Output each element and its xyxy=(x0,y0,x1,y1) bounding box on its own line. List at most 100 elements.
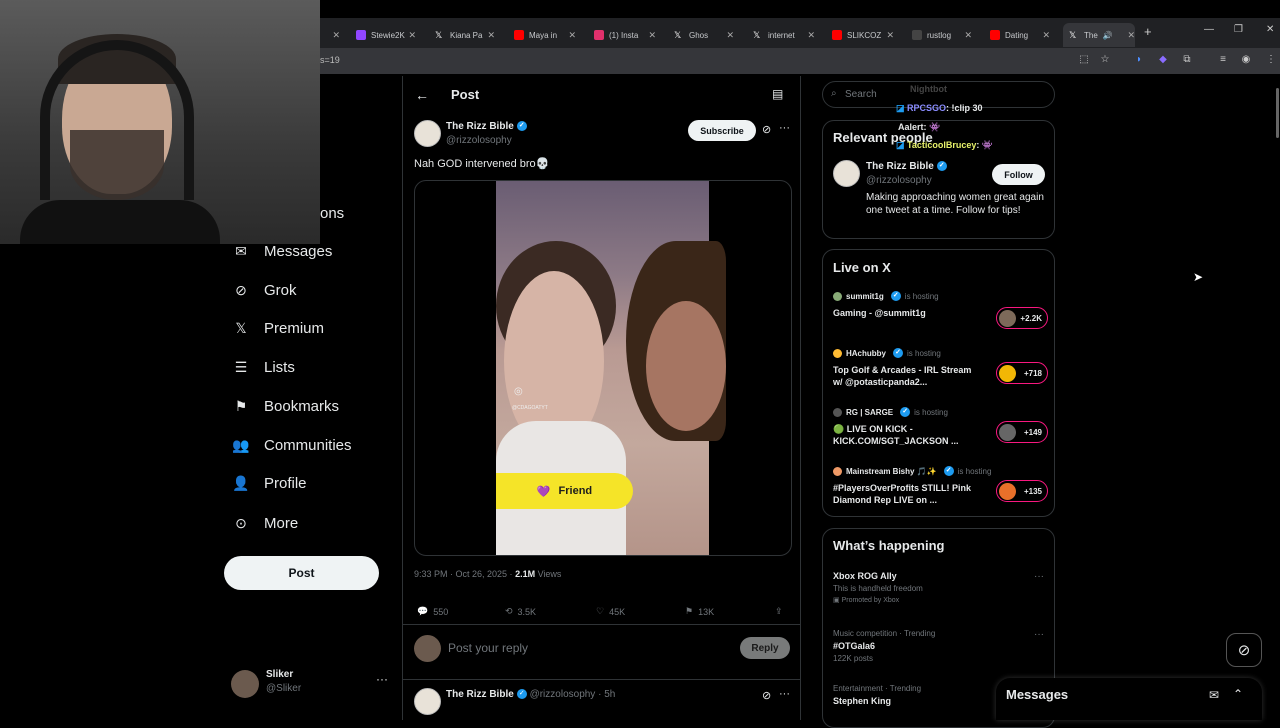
new-tab-icon[interactable]: + xyxy=(1144,24,1152,39)
grok-icon[interactable]: ⊘ xyxy=(762,689,771,702)
more-dots-icon[interactable]: ··· xyxy=(1034,571,1044,582)
close-icon[interactable]: ✕ xyxy=(648,30,656,41)
grok-icon[interactable]: ⊘ xyxy=(762,123,771,136)
tab-label: rustlog xyxy=(927,30,952,40)
menu-icon[interactable]: ⋮ xyxy=(1265,54,1277,66)
reader-icon[interactable]: ▤ xyxy=(772,87,783,101)
reply-action[interactable]: 💬 550 xyxy=(417,606,448,617)
post-author[interactable]: The Rizz Bible ✓ xyxy=(446,121,527,132)
nav-item-communities[interactable]: 👥 Communities xyxy=(232,436,351,454)
person-bio: Making approaching women great again one… xyxy=(866,192,1044,216)
promoted-label: Promoted by Xbox xyxy=(841,597,900,604)
live-item[interactable]: summit1g ✓ is hosting Gaming - @summit1g +… xyxy=(833,291,1048,329)
heart-icon: ♡ xyxy=(596,606,605,616)
person-name[interactable]: The Rizz Bible ✓ xyxy=(866,161,947,172)
listener-count: +149 xyxy=(1023,427,1042,437)
back-arrow-icon[interactable]: ← xyxy=(415,87,429,103)
browser-tab-active[interactable]: 𝕏 The 🔊 ✕ xyxy=(1063,23,1135,47)
extension-icon[interactable]: ◆ xyxy=(1157,54,1169,66)
puzzle-icon[interactable]: ⧉ xyxy=(1181,54,1193,66)
new-message-icon[interactable]: ✉ xyxy=(1209,688,1219,702)
avatar[interactable] xyxy=(833,160,860,187)
video-player[interactable]: ◎ @CDAGOATYT 💜 Friend xyxy=(414,180,792,556)
nav-label: Lists xyxy=(264,358,295,376)
chat-line: ◪ RPCSGO: !clip 30 xyxy=(896,103,983,114)
close-icon[interactable]: ✕ xyxy=(487,30,495,41)
nav-item-partial[interactable]: ons xyxy=(320,205,344,222)
extension-icon[interactable]: ◗ xyxy=(1133,54,1145,66)
close-window-icon[interactable]: ✕ xyxy=(1266,24,1274,35)
nav-item-messages[interactable]: ✉ Messages xyxy=(232,242,332,260)
instagram-icon xyxy=(594,30,604,40)
more-dots-icon[interactable]: ··· xyxy=(1034,629,1044,640)
minimize-icon[interactable]: — xyxy=(1204,24,1214,35)
restore-icon[interactable]: ❐ xyxy=(1234,24,1243,35)
like-action[interactable]: ♡ 45K xyxy=(596,606,625,617)
profile-icon[interactable]: ◉ xyxy=(1240,54,1252,66)
reply-input[interactable]: Post your reply xyxy=(448,641,528,655)
compose-post-button[interactable]: Post xyxy=(224,556,379,590)
nav-item-profile[interactable]: 👤 Profile xyxy=(232,474,306,492)
account-switcher[interactable]: Sliker @Sliker ··· xyxy=(231,668,391,700)
browser-tab[interactable]: ✕ xyxy=(320,23,340,47)
post-handle[interactable]: @rizzolosophy xyxy=(446,135,512,146)
more-dots-icon[interactable]: ··· xyxy=(779,688,790,700)
close-icon[interactable]: ✕ xyxy=(332,30,340,41)
browser-tab[interactable]: SLIKCOZ ✕ xyxy=(832,23,894,47)
more-dots-icon[interactable]: ··· xyxy=(376,672,388,686)
trend-item[interactable]: Music competition · Trending #OTGala6 12… xyxy=(833,629,1048,663)
more-dots-icon[interactable]: ··· xyxy=(779,122,790,134)
trend-item[interactable]: Xbox ROG Ally This is handheld freedom ▣… xyxy=(833,571,1048,604)
avatar[interactable] xyxy=(414,688,441,715)
media-icon[interactable]: ≡ xyxy=(1217,54,1229,66)
close-icon[interactable]: ✕ xyxy=(726,30,734,41)
browser-tab[interactable]: Dating ✕ xyxy=(990,23,1050,47)
browser-tab[interactable]: (1) Insta ✕ xyxy=(594,23,656,47)
person-handle[interactable]: @rizzolosophy xyxy=(866,175,932,186)
repost-action[interactable]: ⟲ 3.5K xyxy=(505,606,536,617)
nav-item-bookmarks[interactable]: ⚑ Bookmarks xyxy=(232,397,339,415)
close-icon[interactable]: ✕ xyxy=(1042,30,1050,41)
grok-floating-button[interactable]: ⊘ xyxy=(1226,633,1262,667)
bookmark-action[interactable]: ⚑ 13K xyxy=(685,606,714,617)
follow-button[interactable]: Follow xyxy=(992,164,1045,185)
close-icon[interactable]: ✕ xyxy=(964,30,972,41)
live-item[interactable]: HAchubby ✓ is hosting Top Golf & Arcades -… xyxy=(833,348,1048,388)
verified-icon: ✓ xyxy=(943,466,954,476)
author-name: The Rizz Bible xyxy=(446,121,514,132)
subscribe-button[interactable]: Subscribe xyxy=(688,120,756,141)
nav-label: Grok xyxy=(264,281,297,299)
chat-badge-icon: ◪ xyxy=(896,140,905,150)
install-icon[interactable]: ⬚ xyxy=(1078,54,1090,66)
browser-tab[interactable]: Maya in ✕ xyxy=(514,23,576,47)
nav-item-more[interactable]: ⊙ More xyxy=(232,514,298,532)
panel-title: What’s happening xyxy=(833,538,945,553)
nav-item-premium[interactable]: 𝕏 Premium xyxy=(232,319,324,337)
tab-label: Dating xyxy=(1005,30,1029,40)
scrollbar[interactable] xyxy=(1276,88,1279,138)
chevron-up-icon[interactable]: ⌃ xyxy=(1233,687,1243,701)
browser-tab[interactable]: rustlog ✕ xyxy=(912,23,972,47)
browser-tab[interactable]: 𝕏 Kiana Pa ✕ xyxy=(435,23,495,47)
share-action[interactable]: ⇪ xyxy=(775,606,783,617)
live-item[interactable]: Mainstream Bishy 🎵✨ ✓ is hosting #PlayersO… xyxy=(833,466,1048,506)
close-icon[interactable]: ✕ xyxy=(568,30,576,41)
close-icon[interactable]: ✕ xyxy=(886,30,894,41)
browser-tab[interactable]: 𝕏 Ghos ✕ xyxy=(674,23,734,47)
close-icon[interactable]: ✕ xyxy=(408,30,416,41)
browser-tab[interactable]: 𝕏internet ✕ xyxy=(753,23,815,47)
avatar[interactable] xyxy=(414,120,441,147)
verified-icon: ✓ xyxy=(900,407,911,417)
close-icon[interactable]: ✕ xyxy=(1127,30,1135,41)
webcam-overlay xyxy=(0,0,320,244)
reply-author[interactable]: The Rizz Bible ✓ @rizzolosophy · 5h xyxy=(446,689,615,700)
messages-drawer[interactable]: Messages ✉ ⌃ xyxy=(996,678,1262,720)
nav-item-lists[interactable]: ☰ Lists xyxy=(232,358,295,376)
reply-button[interactable]: Reply xyxy=(740,637,790,659)
star-icon[interactable]: ☆ xyxy=(1099,54,1111,66)
browser-tab[interactable]: Stewie2K ✕ xyxy=(356,23,416,47)
speaker-icon[interactable]: 🔊 xyxy=(1103,31,1113,40)
live-item[interactable]: RG | SARGE ✓ is hosting 🟢 LIVE ON KICK - K… xyxy=(833,407,1048,447)
nav-item-grok[interactable]: ⊘ Grok xyxy=(232,281,297,299)
close-icon[interactable]: ✕ xyxy=(807,30,815,41)
